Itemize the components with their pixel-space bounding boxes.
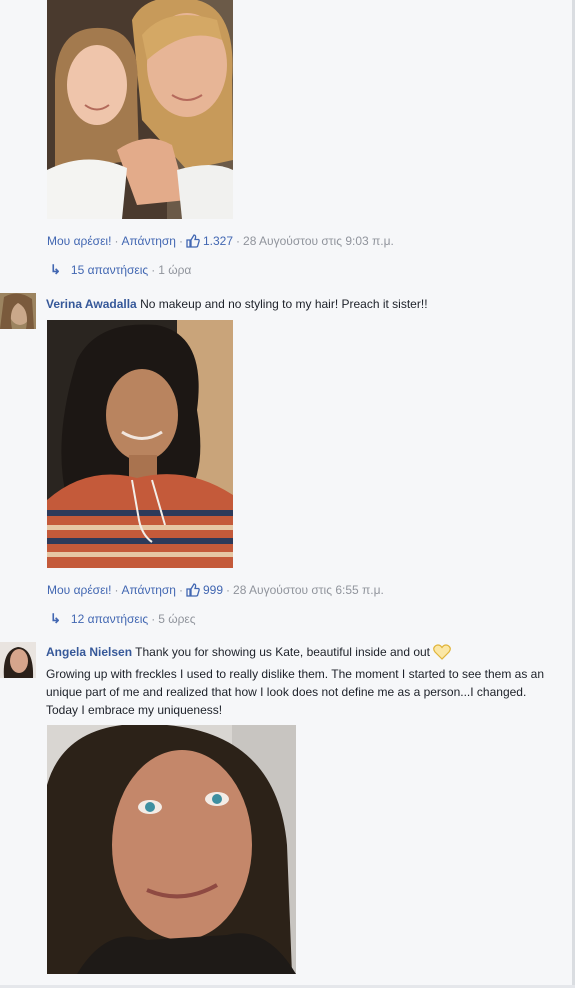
like-link[interactable]: Μου αρέσει! xyxy=(47,234,111,248)
timestamp[interactable]: 28 Αυγούστου στις 6:55 π.μ. xyxy=(233,583,384,597)
comment-text-continued: Growing up with freckles I used to reall… xyxy=(46,667,545,717)
like-count[interactable]: 999 xyxy=(203,583,223,597)
reply-link[interactable]: Απάντηση xyxy=(121,583,176,597)
replies-link-row[interactable]: ↳ 12 απαντήσεις · 5 ώρες xyxy=(50,611,196,627)
replies-link-row[interactable]: ↳ 15 απαντήσεις · 1 ώρα xyxy=(50,262,191,278)
separator-dot: · xyxy=(151,612,156,626)
comment-photo[interactable] xyxy=(47,0,233,219)
like-count[interactable]: 1.327 xyxy=(203,234,233,248)
reply-arrow-icon: ↳ xyxy=(50,611,61,626)
replies-count[interactable]: 12 απαντήσεις xyxy=(71,612,148,626)
avatar[interactable] xyxy=(0,642,36,678)
comment-photo[interactable] xyxy=(47,725,296,974)
comment-body: Angela Nielsen Thank you for showing us … xyxy=(46,643,546,719)
separator-dot: · xyxy=(236,234,241,248)
comment-author[interactable]: Angela Nielsen xyxy=(46,645,132,659)
comment-photo[interactable] xyxy=(47,320,233,568)
separator-dot: · xyxy=(178,234,183,248)
comment-text: Thank you for showing us Kate, beautiful… xyxy=(135,645,431,659)
separator-dot: · xyxy=(114,234,119,248)
separator-dot: · xyxy=(178,583,183,597)
comment-actions: Μου αρέσει! · Απάντηση · 1.327 · 28 Αυγούστου … xyxy=(47,233,394,249)
like-link[interactable]: Μου αρέσει! xyxy=(47,583,111,597)
reply-link[interactable]: Απάντηση xyxy=(121,234,176,248)
separator-dot: · xyxy=(226,583,231,597)
separator-dot: · xyxy=(114,583,119,597)
yellow-heart-icon xyxy=(433,644,451,665)
replies-count[interactable]: 15 απαντήσεις xyxy=(71,263,148,277)
comment-body: Verina Awadalla No makeup and no styling… xyxy=(46,295,546,313)
comment-text: No makeup and no styling to my hair! Pre… xyxy=(140,297,428,311)
thumbs-up-icon[interactable] xyxy=(186,583,200,601)
timestamp[interactable]: 28 Αυγούστου στις 9:03 π.μ. xyxy=(243,234,394,248)
replies-time: 5 ώρες xyxy=(158,612,196,626)
avatar[interactable] xyxy=(0,293,36,329)
thumbs-up-icon[interactable] xyxy=(186,234,200,252)
comment-actions: Μου αρέσει! · Απάντηση · 999 · 28 Αυγούστου στ… xyxy=(47,582,384,598)
reply-arrow-icon: ↳ xyxy=(50,262,61,277)
replies-time: 1 ώρα xyxy=(158,263,192,277)
separator-dot: · xyxy=(151,263,156,277)
comment-author[interactable]: Verina Awadalla xyxy=(46,297,137,311)
